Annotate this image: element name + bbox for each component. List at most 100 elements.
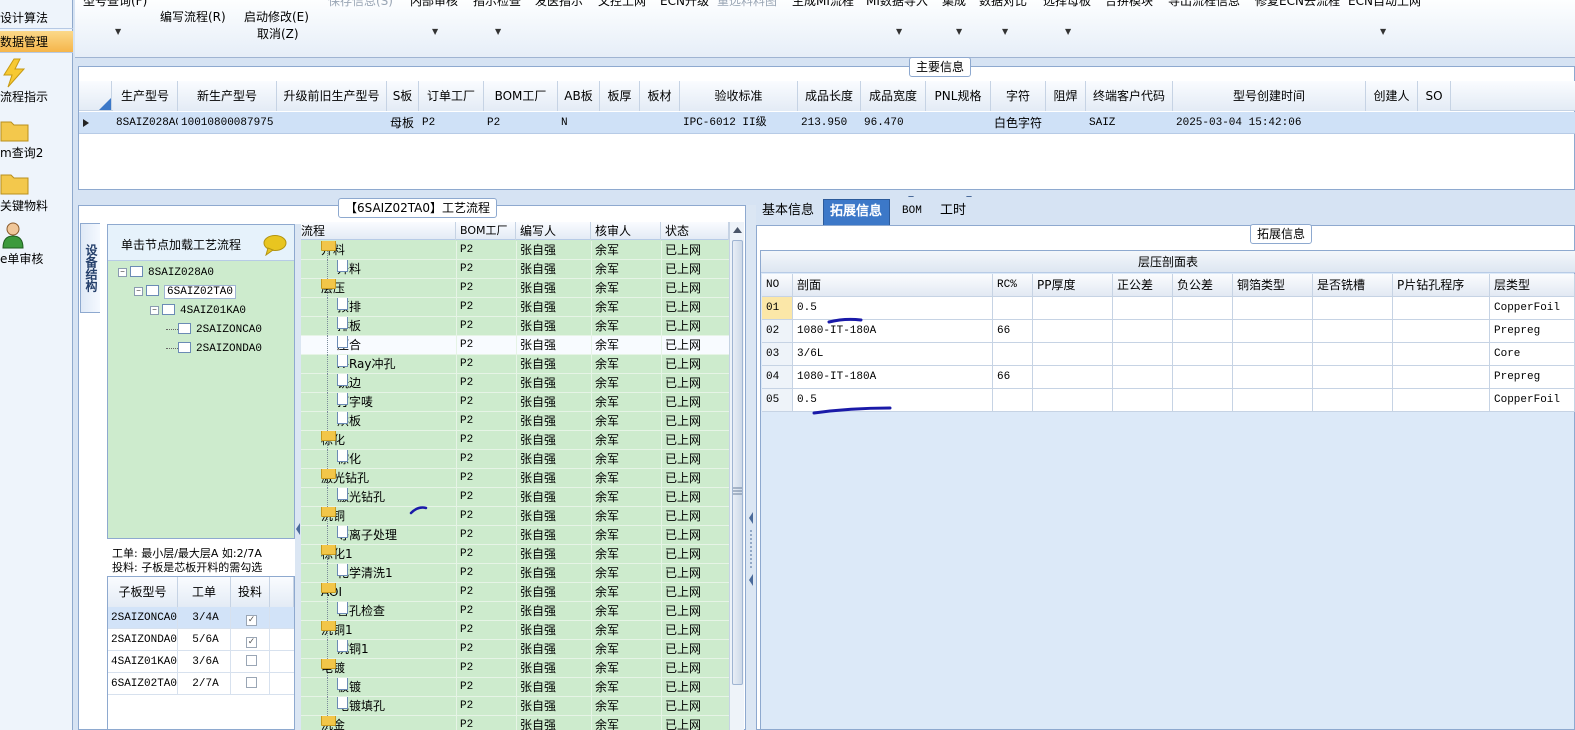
- layer-col-header[interactable]: 层类型: [1490, 274, 1575, 296]
- layer-col-header[interactable]: 负公差: [1173, 274, 1233, 296]
- flow-row[interactable]: 棕化 P2 张自强 余军 已上网: [301, 450, 729, 469]
- toolbar-button[interactable]: 内部审核: [410, 0, 458, 9]
- feed-checkbox[interactable]: [246, 655, 257, 666]
- flow-row[interactable]: 盲孔检查 P2 张自强 余军 已上网: [301, 602, 729, 621]
- flow-col-header[interactable]: BOM工厂: [456, 222, 516, 240]
- flow-scrollbar[interactable]: [729, 222, 744, 730]
- flow-row[interactable]: −电镀 P2 张自强 余军 已上网: [301, 659, 729, 678]
- main-col-header[interactable]: 阻焊: [1046, 81, 1086, 111]
- main-col-header[interactable]: 生产型号: [113, 81, 178, 111]
- layer-col-header[interactable]: NO: [762, 274, 793, 296]
- flow-row[interactable]: −沉铜1 P2 张自强 余军 已上网: [301, 621, 729, 640]
- tab-3[interactable]: 工时: [934, 199, 972, 225]
- flow-col-header[interactable]: 核审人: [591, 222, 661, 240]
- layer-col-header[interactable]: PP厚度: [1033, 274, 1113, 296]
- edit-flow-button[interactable]: 编写流程(R): [160, 8, 226, 25]
- main-col-header[interactable]: 创建人: [1366, 81, 1418, 111]
- dropdown-arrow-icon[interactable]: ▼: [956, 27, 962, 36]
- dropdown-arrow-icon[interactable]: ▼: [432, 27, 438, 36]
- flow-row[interactable]: 烘板 P2 张自强 余军 已上网: [301, 412, 729, 431]
- flow-row[interactable]: 铣边 P2 张自强 余军 已上网: [301, 374, 729, 393]
- flow-row[interactable]: 电镀填孔 P2 张自强 余军 已上网: [301, 697, 729, 716]
- dropdown-arrow-icon[interactable]: ▼: [1065, 27, 1071, 36]
- feed-checkbox[interactable]: [246, 677, 257, 688]
- main-col-header[interactable]: 新生产型号: [178, 81, 277, 111]
- flow-row[interactable]: −棕化1 P2 张自强 余军 已上网: [301, 545, 729, 564]
- toolbar-button[interactable]: 型号查询(F): [83, 0, 147, 9]
- toolbar-button[interactable]: ECN自动上网: [1348, 0, 1421, 9]
- main-col-header[interactable]: PNL规格: [926, 81, 991, 111]
- toolbar-button[interactable]: 导出流程信息: [1168, 0, 1240, 9]
- nav-data-management[interactable]: 数据管理: [0, 31, 73, 53]
- flow-row[interactable]: X-Ray冲孔 P2 张自强 余军 已上网: [301, 355, 729, 374]
- nav-order-review[interactable]: e单审核: [0, 220, 73, 267]
- main-col-header[interactable]: 板厚: [600, 81, 640, 111]
- feed-checkbox[interactable]: ✓: [246, 637, 257, 648]
- main-col-header[interactable]: AB板: [558, 81, 600, 111]
- expand-toggle-icon[interactable]: −: [118, 267, 127, 277]
- flow-row[interactable]: 板镀 P2 张自强 余军 已上网: [301, 678, 729, 697]
- sub-col-header[interactable]: 工单: [178, 577, 231, 607]
- toolbar-button[interactable]: 数据对比: [979, 0, 1027, 9]
- expand-toggle-icon[interactable]: −: [150, 305, 159, 315]
- speech-bubble-icon[interactable]: [262, 234, 288, 256]
- main-col-header[interactable]: S板: [387, 81, 419, 111]
- feed-checkbox[interactable]: ✓: [246, 615, 257, 626]
- flow-row[interactable]: 打字唛 P2 张自强 余军 已上网: [301, 393, 729, 412]
- toolbar-button[interactable]: 生成MI流程: [792, 0, 854, 9]
- flow-row[interactable]: 开料 P2 张自强 余军 已上网: [301, 260, 729, 279]
- toolbar-button[interactable]: 文控上网: [598, 0, 646, 9]
- main-col-header[interactable]: SO: [1418, 81, 1451, 111]
- main-col-header[interactable]: 终端客户代码: [1086, 81, 1173, 111]
- cancel-button[interactable]: 取消(Z): [257, 25, 299, 42]
- main-col-header[interactable]: 字符: [991, 81, 1046, 111]
- tab-2[interactable]: BOM: [896, 199, 928, 225]
- toolbar-button[interactable]: 修复ECN去流程: [1255, 0, 1340, 9]
- sub-col-header[interactable]: 投料: [231, 577, 270, 607]
- tree-node[interactable]: − 4SAIZ01KA0: [150, 303, 246, 319]
- nav-key-material[interactable]: 关键物料: [0, 167, 73, 214]
- nav-design-algorithm[interactable]: 设计算法: [0, 7, 73, 29]
- flow-row[interactable]: −沉金 P2 张自强 余军 已上网: [301, 716, 729, 730]
- dropdown-arrow-icon[interactable]: ▼: [896, 27, 902, 36]
- toolbar-button[interactable]: 集成: [942, 0, 966, 9]
- nav-flow-instruction[interactable]: 流程指示: [0, 58, 73, 105]
- flow-col-header[interactable]: 编写人: [516, 222, 591, 240]
- flow-row[interactable]: −层压 P2 张自强 余军 已上网: [301, 279, 729, 298]
- scroll-up-icon[interactable]: [733, 226, 742, 233]
- tree-node[interactable]: − 6SAIZ02TA0: [134, 284, 237, 300]
- toolbar-button[interactable]: ECN升级: [660, 0, 709, 9]
- toolbar-button[interactable]: 保存信息(S): [328, 0, 393, 9]
- toolbar-button[interactable]: 发医指示: [535, 0, 583, 9]
- flow-row[interactable]: −AOI P2 张自强 余军 已上网: [301, 583, 729, 602]
- main-col-header[interactable]: 板材: [640, 81, 680, 111]
- scroll-thumb[interactable]: [732, 240, 743, 685]
- flow-row[interactable]: −激光钻孔 P2 张自强 余军 已上网: [301, 469, 729, 488]
- main-col-header[interactable]: 验收标准: [680, 81, 798, 111]
- tree-node[interactable]: 2SAIZONCA0: [166, 322, 262, 338]
- main-col-header[interactable]: 成品长度: [798, 81, 861, 111]
- dropdown-arrow-icon[interactable]: ▼: [1380, 27, 1386, 36]
- flow-row[interactable]: −沉铜 P2 张自强 余军 已上网: [301, 507, 729, 526]
- toolbar-button[interactable]: 选择母板: [1043, 0, 1091, 9]
- layer-col-header[interactable]: 铜箔类型: [1233, 274, 1313, 296]
- main-col-header[interactable]: 升级前旧生产型号: [277, 81, 387, 111]
- main-col-header[interactable]: BOM工厂: [484, 81, 558, 111]
- flow-row[interactable]: 化学清洗1 P2 张自强 余军 已上网: [301, 564, 729, 583]
- main-col-header[interactable]: 订单工厂: [419, 81, 484, 111]
- main-col-header[interactable]: 型号创建时间: [1173, 81, 1366, 111]
- flow-row[interactable]: 激光钻孔 P2 张自强 余军 已上网: [301, 488, 729, 507]
- layer-col-header[interactable]: 是否铣槽: [1313, 274, 1393, 296]
- flow-col-header[interactable]: 状态: [661, 222, 729, 240]
- main-col-header[interactable]: 成品宽度: [861, 81, 926, 111]
- layer-col-header[interactable]: 正公差: [1113, 274, 1173, 296]
- dropdown-arrow-icon[interactable]: ▼: [1002, 27, 1008, 36]
- nav-query2[interactable]: m查询2: [0, 114, 73, 161]
- toolbar-button[interactable]: MI数据导入: [866, 0, 928, 9]
- tree-node[interactable]: − 8SAIZ028A0: [118, 265, 214, 281]
- flow-row[interactable]: 排板 P2 张自强 余军 已上网: [301, 317, 729, 336]
- layer-col-header[interactable]: 剖面: [793, 274, 993, 296]
- flow-row[interactable]: 压合 P2 张自强 余军 已上网: [301, 336, 729, 355]
- tab-0[interactable]: 基本信息: [756, 199, 818, 225]
- dropdown-arrow-icon[interactable]: ▼: [495, 27, 501, 36]
